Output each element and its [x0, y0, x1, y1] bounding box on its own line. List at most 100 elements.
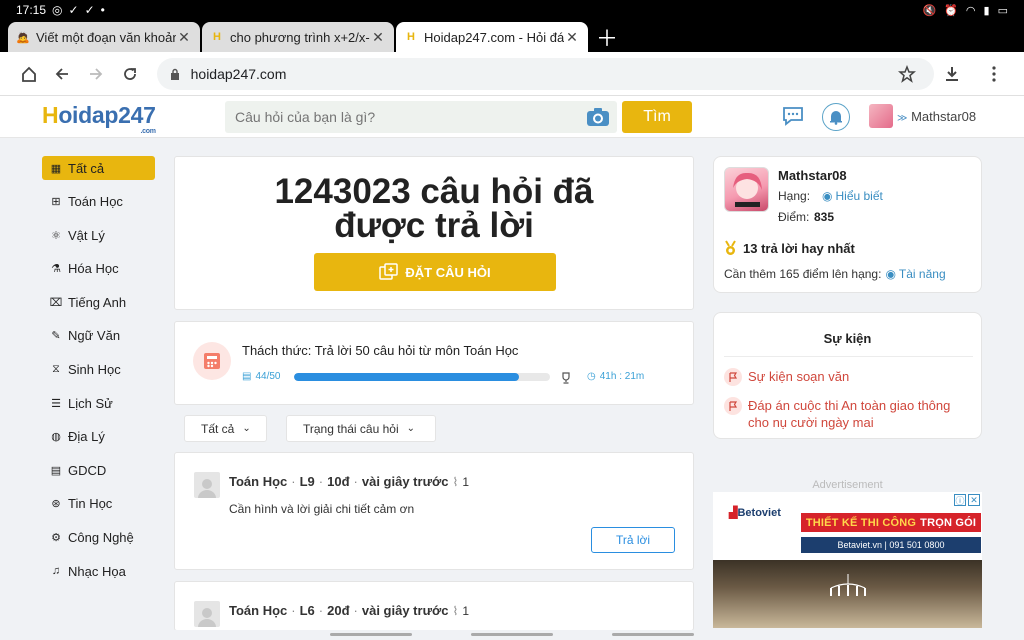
back-button[interactable] — [46, 56, 80, 92]
search-input[interactable] — [235, 109, 575, 125]
username: Mathstar08 — [911, 109, 977, 124]
answer-button[interactable]: Trả lời — [591, 527, 675, 553]
question-points: 20đ — [327, 603, 350, 618]
sidebar-item-music-art[interactable]: ♫ Nhạc Họa — [42, 559, 155, 583]
question-list-icon: ▤ — [242, 371, 252, 382]
question-subject[interactable]: Toán Học — [229, 474, 287, 489]
menu-button[interactable] — [976, 56, 1012, 92]
close-icon[interactable]: ✕ — [968, 494, 980, 506]
sidebar-item-math[interactable]: ⊞ Toán Học — [42, 190, 155, 214]
site-header: Hoidap247 .com Tìm ≫ Mathstar08 — [0, 96, 1024, 138]
url-text: hoidap247.com — [190, 65, 287, 82]
sidebar-item-technology[interactable]: ⚙ Công Nghệ — [42, 526, 155, 550]
question-meta: Toán Học · L9 · 10đ · vài giây trước ⌇ 1 — [229, 474, 470, 489]
chat-icon[interactable] — [781, 104, 805, 128]
hoidap-favicon-icon: H — [407, 31, 415, 43]
browser-tab-2[interactable]: H cho phương trình x+2/x-m ✕ — [202, 22, 394, 52]
sidebar-item-literature[interactable]: ✎ Ngữ Văn — [42, 324, 155, 348]
tab-title: cho phương trình x+2/x-m — [230, 29, 370, 45]
ask-question-button[interactable]: ĐẶT CÂU HỎI — [314, 253, 556, 291]
address-bar[interactable]: hoidap247.com — [156, 57, 935, 90]
question-card[interactable]: Toán Học · L9 · 10đ · vài giây trước ⌇ 1… — [174, 452, 694, 570]
sidebar-item-physics[interactable]: ⚛ Vật Lý — [42, 223, 155, 247]
ad-image — [713, 560, 982, 628]
sidebar-item-label: Toán Học — [68, 194, 123, 210]
bell-icon — [830, 111, 842, 125]
attachment-count: 1 — [462, 603, 470, 618]
logo-domain: .com — [140, 128, 156, 135]
sidebar-item-chemistry[interactable]: ⚗ Hóa Học — [42, 257, 155, 281]
sidebar-item-label: Nhạc Họa — [68, 563, 126, 579]
flag-icon — [724, 368, 742, 386]
rank-value: ◉ Hiểu biết — [822, 189, 883, 203]
browser-tab-3[interactable]: H Hoidap247.com - Hỏi đáp ✕ — [396, 22, 588, 52]
search-button[interactable]: Tìm — [622, 101, 692, 133]
event-link: Đáp án cuộc thi An toàn giao thông cho n… — [748, 398, 951, 430]
sidebar-item-history[interactable]: ☰ Lịch Sử — [42, 391, 155, 415]
scrollbar-thumb — [330, 633, 412, 636]
math-icon: ⊞ — [51, 196, 61, 209]
event-item[interactable]: Đáp án cuộc thi An toàn giao thông cho n… — [724, 397, 974, 431]
filter-subject-dropdown[interactable]: Tất cả ⌄ — [184, 415, 267, 442]
forward-button[interactable] — [79, 56, 113, 92]
question-text[interactable]: Cần hình và lời giải chi tiết cảm ơn — [229, 502, 414, 516]
sidebar-item-biology[interactable]: ⧖ Sinh Học — [42, 358, 155, 382]
bookmark-button[interactable] — [892, 64, 922, 83]
user-menu[interactable]: ≫ Mathstar08 — [897, 109, 976, 124]
close-icon[interactable]: ✕ — [176, 29, 192, 46]
hero-card: 1243023 câu hỏi đã được trả lời ĐẶT CÂU … — [174, 156, 694, 310]
close-icon[interactable]: ✕ — [370, 29, 386, 46]
question-card[interactable]: Toán Học · L6 · 20đ · vài giây trước ⌇ 1 — [174, 581, 694, 631]
ad-controls: ⓘ ✕ — [954, 494, 980, 506]
heading-line: được trả lời — [334, 206, 534, 245]
sidebar-item-all[interactable]: ▦ Tất cả — [42, 156, 155, 180]
profile-card: Mathstar08 Hạng: ◉ Hiểu biết Điểm: 835 1… — [713, 156, 982, 293]
progress-fill — [294, 373, 520, 381]
question-subject[interactable]: Toán Học — [229, 603, 287, 618]
sidebar-item-geography[interactable]: ◍ Địa Lý — [42, 425, 155, 449]
dot-icon: • — [100, 3, 105, 17]
event-item[interactable]: Sự kiện soạn văn — [724, 368, 849, 386]
close-icon[interactable]: ✕ — [564, 29, 580, 46]
attachment-icon: ⌇ — [452, 474, 459, 489]
new-tab-button[interactable]: ＋ — [592, 22, 622, 52]
challenge-icon — [193, 342, 231, 380]
challenge-progress-label: ▤ 44/50 — [242, 371, 280, 382]
download-button[interactable] — [934, 56, 970, 92]
status-time: 17:15 — [16, 3, 47, 17]
best-answers-text: 13 trả lời hay nhất — [743, 240, 855, 256]
clock-icon: ◷ — [587, 371, 596, 382]
home-button[interactable] — [12, 56, 46, 92]
filter-status-dropdown[interactable]: Trạng thái câu hỏi ⌄ — [286, 415, 436, 442]
profile-avatar[interactable] — [724, 167, 769, 212]
check-icon: ✓ — [68, 3, 79, 17]
reload-button[interactable] — [113, 56, 147, 92]
browser-tab-1[interactable]: 🙇 Viết một đoạn văn khoảng ✕ — [8, 22, 200, 52]
question-grade: L9 — [299, 474, 315, 489]
subject-sidebar: ▦ Tất cả ⊞ Toán Học ⚛ Vật Lý ⚗ Hóa Học ⌧ Tiến… — [42, 156, 155, 593]
camera-icon[interactable] — [585, 106, 611, 128]
question-grade: L6 — [299, 603, 315, 618]
tab-title: Viết một đoạn văn khoảng — [36, 29, 176, 45]
download-icon — [946, 66, 959, 81]
dna-icon: ⧖ — [52, 363, 60, 376]
notification-button[interactable] — [822, 103, 850, 131]
ad-contact: Betaviet.vn | 091 501 0800 — [801, 537, 981, 553]
grid-icon: ▦ — [50, 162, 62, 175]
challenge-card[interactable]: Thách thức: Trả lời 50 câu hỏi từ môn To… — [174, 321, 694, 405]
sidebar-item-label: Ngữ Văn — [68, 328, 121, 344]
sidebar-item-english[interactable]: ⌧ Tiếng Anh — [42, 290, 155, 314]
site-logo[interactable]: Hoidap247 .com — [42, 102, 156, 135]
battery-icon: ▭ — [997, 4, 1008, 17]
sidebar-item-informatics[interactable]: ⊛ Tin Học — [42, 492, 155, 516]
ad-headline-a: THIẾT KẾ THI CÔNG — [805, 516, 917, 529]
score-value: 835 — [814, 210, 835, 224]
challenge-progress-bar — [294, 373, 550, 381]
sidebar-item-label: Công Nghệ — [68, 530, 134, 546]
profile-name[interactable]: Mathstar08 — [778, 168, 847, 183]
sidebar-item-civics[interactable]: ▤ GDCD — [42, 458, 155, 482]
tab-strip: 🙇 Viết một đoạn văn khoảng ✕ H cho phươn… — [0, 20, 1024, 52]
adchoices-icon[interactable]: ⓘ — [954, 494, 966, 506]
advertisement-banner[interactable]: ▟Betoviet THIẾT KẾ THI CÔNG TRỌN GÓI Bet… — [713, 492, 982, 628]
user-avatar[interactable] — [869, 104, 893, 128]
